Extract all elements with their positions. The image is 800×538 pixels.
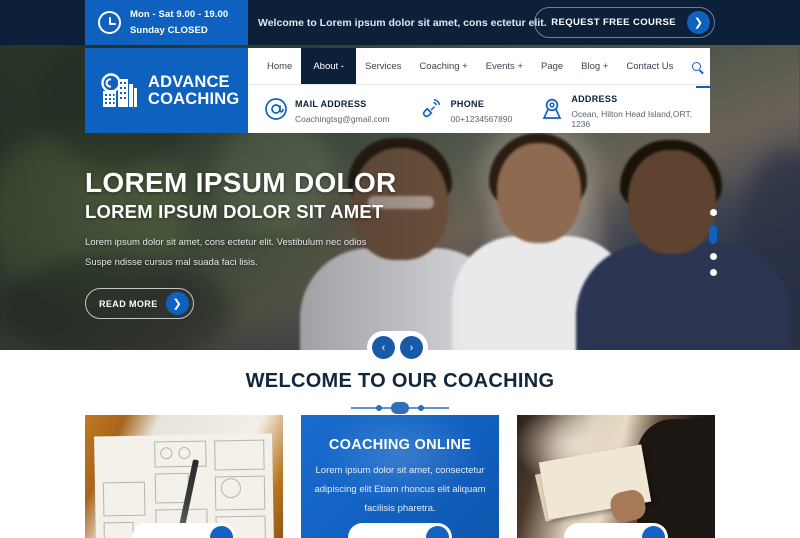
logo-line-2: COACHING — [148, 89, 240, 108]
nav-item-home[interactable]: Home — [258, 48, 301, 84]
person-reading-book-photo — [517, 415, 715, 538]
hero-slider-dot-1[interactable] — [709, 209, 717, 216]
hero-slider-nav: ‹ › — [367, 331, 428, 364]
map-pin-icon — [540, 97, 564, 121]
read-more-button[interactable]: READ MORE ❯ — [85, 288, 194, 319]
opening-hours-text: Mon - Sat 9.00 - 19.00 Sunday CLOSED — [130, 7, 228, 39]
contact-info-bar: MAIL ADDRESS Coachingtsg@gmail.com PHONE… — [248, 85, 710, 133]
coaching-online-text: Lorem ipsum dolor sit amet, consectetur … — [314, 465, 486, 514]
divider-dot-center — [391, 402, 409, 414]
card-action-button[interactable] — [348, 523, 452, 538]
nav-item-coaching[interactable]: Coaching + — [410, 48, 476, 84]
header-panel: Home About - Services Coaching + Events … — [248, 48, 712, 133]
at-mail-icon — [264, 97, 288, 121]
nav-item-blog[interactable]: Blog + — [572, 48, 617, 84]
contact-mail-title: MAIL ADDRESS — [295, 99, 367, 109]
main-navigation: Home About - Services Coaching + Events … — [248, 48, 712, 88]
contact-mail-address[interactable]: MAIL ADDRESS Coachingtsg@gmail.com — [264, 94, 390, 124]
contact-address-title: ADDRESS — [571, 94, 618, 104]
opening-hours: Mon - Sat 9.00 - 19.00 Sunday CLOSED — [85, 0, 248, 45]
nav-item-contact-us[interactable]: Contact Us — [617, 48, 682, 84]
section-divider — [351, 402, 449, 414]
sketch-box — [102, 481, 146, 517]
arrow-right-icon — [210, 526, 233, 538]
sketch-box — [103, 521, 134, 538]
slider-next-button[interactable]: › — [400, 336, 423, 359]
feature-card-notebook[interactable] — [85, 415, 283, 538]
card-action-button[interactable] — [132, 523, 236, 538]
reader-silhouette — [637, 419, 715, 538]
nav-item-events[interactable]: Events + — [477, 48, 532, 84]
contact-phone-text: PHONE 00+1234567890 — [451, 94, 513, 124]
contact-phone[interactable]: PHONE 00+1234567890 — [420, 94, 513, 124]
welcome-section-title: WELCOME TO OUR COACHING — [245, 370, 555, 392]
request-free-course-button[interactable]: REQUEST FREE COURSE ❯ — [534, 7, 715, 38]
building-magnifier-icon — [99, 71, 141, 111]
nav-item-about[interactable]: About - — [301, 48, 356, 84]
card-action-button[interactable] — [564, 523, 668, 538]
hours-line-1: Mon - Sat 9.00 - 19.00 — [130, 8, 229, 20]
clock-icon — [98, 11, 121, 34]
coaching-online-title: COACHING ONLINE — [328, 437, 472, 453]
nav-item-page[interactable]: Page — [532, 48, 572, 84]
nav-item-services[interactable]: Services — [356, 48, 410, 84]
sketch-box — [214, 439, 265, 471]
contact-address-text: ADDRESS Ocean, Hilton Head Island,ORT, 1… — [571, 89, 710, 129]
notebook-wireframe-sketch-photo — [85, 415, 283, 538]
arrow-right-icon — [642, 526, 665, 538]
contact-mail-text: MAIL ADDRESS Coachingtsg@gmail.com — [295, 94, 390, 124]
search-button[interactable] — [682, 48, 719, 88]
contact-phone-title: PHONE — [450, 99, 485, 109]
hero-subtitle: LOREM IPSUM DOLOR SIT AMET — [85, 201, 384, 222]
contact-address-value: Ocean, Hilton Head Island,ORT, 1236 — [571, 109, 693, 129]
coaching-online-content: COACHING ONLINE Lorem ipsum dolor sit am… — [301, 415, 499, 518]
hero-paragraph: Lorem ipsum dolor sit amet, cons ectetur… — [85, 237, 367, 268]
hero-slider-dot-2-active[interactable] — [709, 225, 717, 244]
site-logo-text: ADVANCE COACHING — [148, 72, 240, 108]
search-icon — [692, 61, 702, 71]
feature-card-reading[interactable] — [517, 415, 715, 538]
phone-icon — [420, 97, 444, 121]
request-free-course-label: REQUEST FREE COURSE — [551, 17, 676, 28]
welcome-message: Welcome to Lorem ipsum dolor sit amet, c… — [258, 16, 547, 29]
hero-slider-dots[interactable] — [709, 209, 717, 276]
hero-slider-dot-3[interactable] — [709, 253, 717, 260]
logo-line-1: ADVANCE — [148, 72, 230, 91]
hero-slider-dot-4[interactable] — [709, 269, 717, 276]
arrow-right-icon: ❯ — [687, 11, 710, 34]
top-bar: Mon - Sat 9.00 - 19.00 Sunday CLOSED Wel… — [0, 0, 800, 45]
arrow-right-icon: ❯ — [165, 292, 189, 315]
feature-card-coaching-online[interactable]: COACHING ONLINE Lorem ipsum dolor sit am… — [301, 415, 499, 538]
contact-phone-value: 00+1234567890 — [450, 114, 513, 124]
divider-dot-right — [418, 405, 424, 411]
hours-line-2: Sunday CLOSED — [130, 24, 208, 36]
hero-content: LOREM IPSUM DOLOR LOREM IPSUM DOLOR SIT … — [85, 168, 415, 319]
contact-mail-value: Coachingtsg@gmail.com — [295, 114, 390, 124]
arrow-right-icon — [426, 526, 449, 538]
feature-cards: COACHING ONLINE Lorem ipsum dolor sit am… — [85, 415, 715, 538]
divider-dot-left — [376, 405, 382, 411]
hero-title: LOREM IPSUM DOLOR — [85, 167, 397, 198]
slider-prev-button[interactable]: ‹ — [372, 336, 395, 359]
contact-address[interactable]: ADDRESS Ocean, Hilton Head Island,ORT, 1… — [540, 89, 710, 129]
site-logo[interactable]: ADVANCE COACHING — [85, 48, 248, 133]
read-more-label: READ MORE — [99, 298, 158, 309]
